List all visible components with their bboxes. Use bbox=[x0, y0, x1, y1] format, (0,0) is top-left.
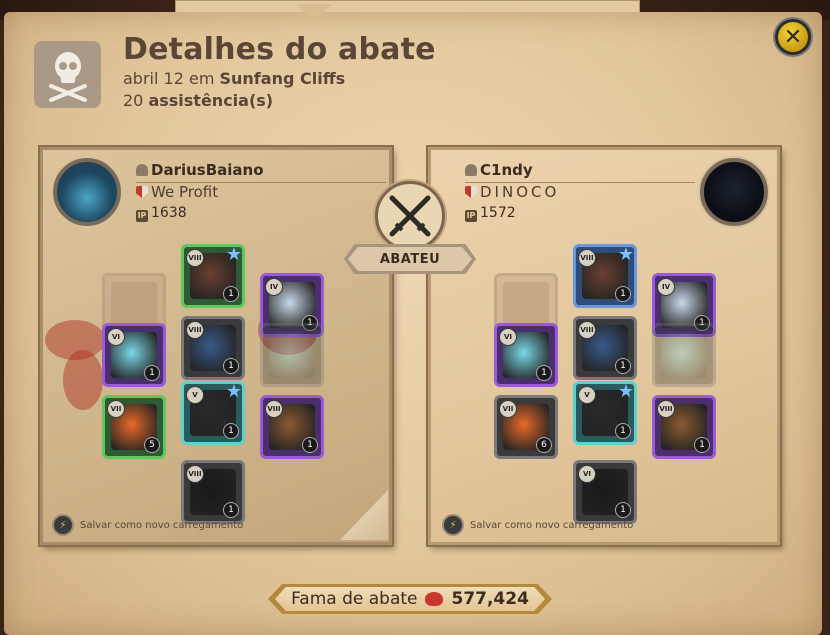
killer-slot-head[interactable]: VIII 1 ★ bbox=[181, 244, 245, 308]
star-icon: ★ bbox=[225, 380, 243, 402]
quantity-badge: 1 bbox=[223, 358, 239, 374]
quantity-badge: 1 bbox=[615, 422, 631, 439]
star-icon: ★ bbox=[617, 380, 635, 402]
crystal-weapon-icon bbox=[661, 332, 707, 379]
victim-slot-offhand[interactable] bbox=[652, 323, 716, 388]
tier-badge: VIII bbox=[186, 321, 204, 339]
bag-placeholder-icon bbox=[503, 281, 549, 328]
victim-slot-shoes[interactable]: V 1 ★ bbox=[573, 380, 637, 445]
tier-badge: VIII bbox=[578, 321, 596, 339]
victim-ip-row: IP 1572 bbox=[465, 205, 516, 222]
killer-save-loadout[interactable]: ⚡ Salvar como novo carregamento bbox=[52, 514, 243, 536]
killer-guild-row[interactable]: We Profit bbox=[136, 183, 218, 201]
star-icon: ★ bbox=[617, 244, 635, 265]
killer-name-row[interactable]: DariusBaiano bbox=[136, 161, 264, 179]
killer-ip-row: IP 1638 bbox=[136, 205, 187, 222]
kill-result-ribbon: ABATEU bbox=[344, 244, 476, 274]
quantity-badge: 1 bbox=[223, 286, 239, 302]
kill-result-label: ABATEU bbox=[348, 247, 472, 271]
loadout-icon: ⚡ bbox=[442, 514, 464, 536]
crossed-swords-icon bbox=[375, 181, 445, 251]
close-button[interactable]: ✕ bbox=[775, 19, 811, 55]
killer-save-loadout-label: Salvar como novo carregamento bbox=[80, 519, 244, 531]
tier-badge: VIII bbox=[578, 249, 596, 267]
victim-slot-chest[interactable]: VIII 1 bbox=[573, 316, 637, 380]
tier-badge: VIII bbox=[186, 249, 204, 267]
page-title: Detalhes do abate bbox=[123, 32, 436, 67]
quantity-badge: 1 bbox=[302, 437, 318, 454]
victim-guild-row[interactable]: DINOCO bbox=[465, 183, 559, 201]
quantity-badge: 6 bbox=[536, 437, 552, 454]
victim-slot-potion[interactable]: VII 6 bbox=[494, 395, 558, 460]
tier-badge: V bbox=[186, 385, 204, 404]
bag-placeholder-icon bbox=[111, 281, 157, 328]
killer-item-power: 1638 bbox=[151, 205, 187, 221]
killer-avatar[interactable] bbox=[53, 158, 121, 226]
player-icon bbox=[136, 164, 148, 176]
kill-date-location: abril 12 em Sunfang Cliffs bbox=[123, 69, 345, 88]
victim-slot-mainhand[interactable]: VI 1 bbox=[494, 323, 558, 388]
victim-item-power: 1572 bbox=[480, 205, 516, 221]
skull-crossbones-icon bbox=[34, 41, 101, 108]
blood-splatter bbox=[63, 350, 103, 410]
close-icon: ✕ bbox=[783, 24, 803, 50]
quantity-badge: 1 bbox=[536, 365, 552, 382]
killer-slot-shoes[interactable]: V 1 ★ bbox=[181, 380, 245, 445]
guild-shield-icon bbox=[136, 186, 148, 198]
tier-badge: V bbox=[578, 385, 596, 404]
killer-slot-chest[interactable]: VIII 1 bbox=[181, 316, 245, 380]
kill-fame-label: Fama de abate bbox=[291, 589, 418, 609]
kill-date: abril 12 bbox=[123, 69, 184, 88]
player-icon bbox=[465, 164, 477, 176]
quantity-badge: 1 bbox=[223, 422, 239, 439]
kill-location: Sunfang Cliffs bbox=[219, 69, 346, 88]
assist-label: assistência(s) bbox=[148, 91, 274, 110]
item-power-icon: IP bbox=[136, 210, 148, 222]
killer-slot-offhand[interactable] bbox=[260, 323, 324, 388]
victim-slot-head[interactable]: VIII 1 ★ bbox=[573, 244, 637, 308]
victim-name: C1ndy bbox=[480, 161, 533, 179]
tier-badge: VIII bbox=[186, 465, 204, 483]
killer-name: DariusBaiano bbox=[151, 161, 264, 179]
victim-slot-food[interactable]: VIII 1 bbox=[652, 395, 716, 460]
kill-fame-inner: Fama de abate 577,424 bbox=[275, 587, 545, 611]
victim-save-loadout-label: Salvar como novo carregamento bbox=[470, 519, 634, 531]
quantity-badge: 5 bbox=[144, 437, 160, 454]
tier-badge: VI bbox=[578, 465, 596, 483]
assists-line: 20 assistência(s) bbox=[123, 91, 273, 110]
assist-count: 20 bbox=[123, 91, 144, 110]
killer-slot-food[interactable]: VIII 1 bbox=[260, 395, 324, 460]
victim-guild: DINOCO bbox=[480, 183, 560, 201]
quantity-badge: 1 bbox=[615, 286, 631, 302]
killer-slot-potion[interactable]: VII 5 bbox=[102, 395, 166, 460]
crystal-weapon-icon bbox=[269, 332, 315, 379]
tier-badge: IV bbox=[265, 277, 283, 296]
guild-shield-icon bbox=[465, 186, 477, 198]
victim-save-loadout[interactable]: ⚡ Salvar como novo carregamento bbox=[442, 514, 633, 536]
kill-fame-bar: Fama de abate 577,424 bbox=[268, 584, 552, 614]
tier-badge: IV bbox=[657, 277, 675, 296]
quantity-badge: 1 bbox=[694, 437, 710, 454]
quantity-badge: 1 bbox=[615, 358, 631, 374]
loadout-icon: ⚡ bbox=[52, 514, 74, 536]
item-power-icon: IP bbox=[465, 210, 477, 222]
victim-name-row[interactable]: C1ndy bbox=[465, 161, 533, 179]
victim-avatar[interactable] bbox=[700, 158, 768, 226]
quantity-badge: 1 bbox=[144, 365, 160, 382]
star-icon: ★ bbox=[225, 244, 243, 265]
kill-date-connector: em bbox=[188, 69, 215, 88]
fame-icon bbox=[425, 592, 444, 606]
killer-guild: We Profit bbox=[151, 183, 219, 201]
kill-fame-value: 577,424 bbox=[451, 589, 529, 609]
killer-slot-mainhand[interactable]: VI 1 bbox=[102, 323, 166, 388]
